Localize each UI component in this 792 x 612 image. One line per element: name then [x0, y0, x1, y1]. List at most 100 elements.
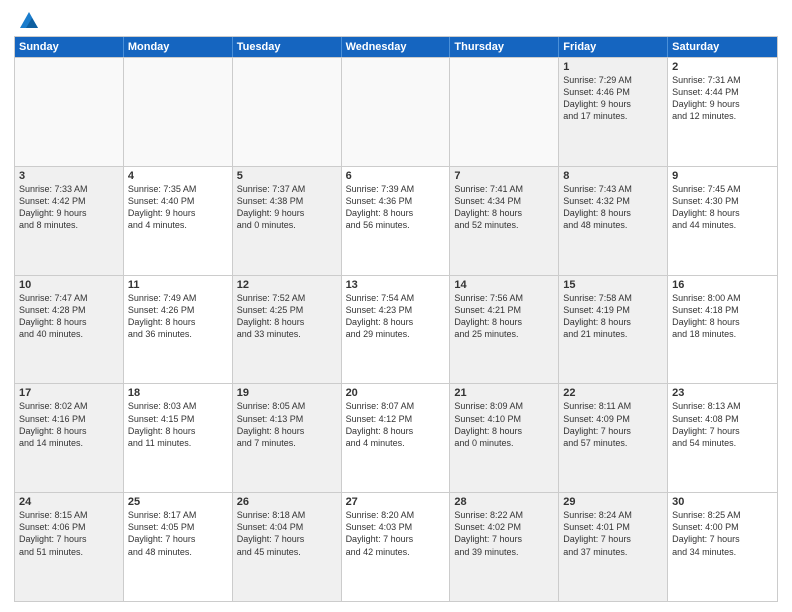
day-number: 11: [128, 279, 228, 291]
day-number: 21: [454, 387, 554, 399]
day-info: Sunrise: 7:49 AM Sunset: 4:26 PM Dayligh…: [128, 292, 228, 341]
day-number: 28: [454, 496, 554, 508]
cal-cell: 26Sunrise: 8:18 AM Sunset: 4:04 PM Dayli…: [233, 493, 342, 601]
cal-cell: 23Sunrise: 8:13 AM Sunset: 4:08 PM Dayli…: [668, 384, 777, 492]
cal-cell: [233, 58, 342, 166]
header-day-monday: Monday: [124, 37, 233, 57]
cal-cell: 9Sunrise: 7:45 AM Sunset: 4:30 PM Daylig…: [668, 167, 777, 275]
cal-cell: 6Sunrise: 7:39 AM Sunset: 4:36 PM Daylig…: [342, 167, 451, 275]
day-info: Sunrise: 8:05 AM Sunset: 4:13 PM Dayligh…: [237, 400, 337, 449]
day-info: Sunrise: 7:31 AM Sunset: 4:44 PM Dayligh…: [672, 74, 773, 123]
week-row-3: 17Sunrise: 8:02 AM Sunset: 4:16 PM Dayli…: [15, 383, 777, 492]
day-number: 15: [563, 279, 663, 291]
header-day-wednesday: Wednesday: [342, 37, 451, 57]
day-info: Sunrise: 8:18 AM Sunset: 4:04 PM Dayligh…: [237, 509, 337, 558]
day-info: Sunrise: 7:41 AM Sunset: 4:34 PM Dayligh…: [454, 183, 554, 232]
day-info: Sunrise: 8:15 AM Sunset: 4:06 PM Dayligh…: [19, 509, 119, 558]
day-number: 2: [672, 61, 773, 73]
day-number: 18: [128, 387, 228, 399]
day-info: Sunrise: 7:52 AM Sunset: 4:25 PM Dayligh…: [237, 292, 337, 341]
day-number: 8: [563, 170, 663, 182]
day-info: Sunrise: 7:43 AM Sunset: 4:32 PM Dayligh…: [563, 183, 663, 232]
cal-cell: 25Sunrise: 8:17 AM Sunset: 4:05 PM Dayli…: [124, 493, 233, 601]
cal-cell: 17Sunrise: 8:02 AM Sunset: 4:16 PM Dayli…: [15, 384, 124, 492]
day-number: 3: [19, 170, 119, 182]
day-info: Sunrise: 8:24 AM Sunset: 4:01 PM Dayligh…: [563, 509, 663, 558]
day-number: 10: [19, 279, 119, 291]
header-day-sunday: Sunday: [15, 37, 124, 57]
day-info: Sunrise: 8:25 AM Sunset: 4:00 PM Dayligh…: [672, 509, 773, 558]
day-number: 1: [563, 61, 663, 73]
day-number: 5: [237, 170, 337, 182]
week-row-2: 10Sunrise: 7:47 AM Sunset: 4:28 PM Dayli…: [15, 275, 777, 384]
cal-cell: 24Sunrise: 8:15 AM Sunset: 4:06 PM Dayli…: [15, 493, 124, 601]
calendar-header: SundayMondayTuesdayWednesdayThursdayFrid…: [15, 37, 777, 57]
day-info: Sunrise: 7:39 AM Sunset: 4:36 PM Dayligh…: [346, 183, 446, 232]
header-day-friday: Friday: [559, 37, 668, 57]
day-number: 12: [237, 279, 337, 291]
week-row-1: 3Sunrise: 7:33 AM Sunset: 4:42 PM Daylig…: [15, 166, 777, 275]
cal-cell: 27Sunrise: 8:20 AM Sunset: 4:03 PM Dayli…: [342, 493, 451, 601]
day-info: Sunrise: 8:20 AM Sunset: 4:03 PM Dayligh…: [346, 509, 446, 558]
day-info: Sunrise: 7:35 AM Sunset: 4:40 PM Dayligh…: [128, 183, 228, 232]
day-info: Sunrise: 7:56 AM Sunset: 4:21 PM Dayligh…: [454, 292, 554, 341]
day-info: Sunrise: 8:13 AM Sunset: 4:08 PM Dayligh…: [672, 400, 773, 449]
day-info: Sunrise: 8:17 AM Sunset: 4:05 PM Dayligh…: [128, 509, 228, 558]
day-number: 4: [128, 170, 228, 182]
cal-cell: 8Sunrise: 7:43 AM Sunset: 4:32 PM Daylig…: [559, 167, 668, 275]
day-info: Sunrise: 8:00 AM Sunset: 4:18 PM Dayligh…: [672, 292, 773, 341]
day-info: Sunrise: 7:58 AM Sunset: 4:19 PM Dayligh…: [563, 292, 663, 341]
day-number: 20: [346, 387, 446, 399]
day-number: 23: [672, 387, 773, 399]
day-number: 6: [346, 170, 446, 182]
cal-cell: 7Sunrise: 7:41 AM Sunset: 4:34 PM Daylig…: [450, 167, 559, 275]
cal-cell: [342, 58, 451, 166]
cal-cell: 1Sunrise: 7:29 AM Sunset: 4:46 PM Daylig…: [559, 58, 668, 166]
day-info: Sunrise: 8:22 AM Sunset: 4:02 PM Dayligh…: [454, 509, 554, 558]
day-number: 14: [454, 279, 554, 291]
day-number: 25: [128, 496, 228, 508]
day-info: Sunrise: 7:33 AM Sunset: 4:42 PM Dayligh…: [19, 183, 119, 232]
day-number: 16: [672, 279, 773, 291]
cal-cell: 11Sunrise: 7:49 AM Sunset: 4:26 PM Dayli…: [124, 276, 233, 384]
week-row-0: 1Sunrise: 7:29 AM Sunset: 4:46 PM Daylig…: [15, 57, 777, 166]
cal-cell: 3Sunrise: 7:33 AM Sunset: 4:42 PM Daylig…: [15, 167, 124, 275]
cal-cell: 10Sunrise: 7:47 AM Sunset: 4:28 PM Dayli…: [15, 276, 124, 384]
cal-cell: 16Sunrise: 8:00 AM Sunset: 4:18 PM Dayli…: [668, 276, 777, 384]
cal-cell: 28Sunrise: 8:22 AM Sunset: 4:02 PM Dayli…: [450, 493, 559, 601]
day-info: Sunrise: 8:11 AM Sunset: 4:09 PM Dayligh…: [563, 400, 663, 449]
day-number: 27: [346, 496, 446, 508]
header-day-thursday: Thursday: [450, 37, 559, 57]
cal-cell: 5Sunrise: 7:37 AM Sunset: 4:38 PM Daylig…: [233, 167, 342, 275]
day-number: 29: [563, 496, 663, 508]
header-day-saturday: Saturday: [668, 37, 777, 57]
calendar-body: 1Sunrise: 7:29 AM Sunset: 4:46 PM Daylig…: [15, 57, 777, 601]
calendar: SundayMondayTuesdayWednesdayThursdayFrid…: [14, 36, 778, 602]
cal-cell: [15, 58, 124, 166]
cal-cell: 20Sunrise: 8:07 AM Sunset: 4:12 PM Dayli…: [342, 384, 451, 492]
cal-cell: 22Sunrise: 8:11 AM Sunset: 4:09 PM Dayli…: [559, 384, 668, 492]
cal-cell: 15Sunrise: 7:58 AM Sunset: 4:19 PM Dayli…: [559, 276, 668, 384]
header: [14, 10, 778, 30]
day-info: Sunrise: 7:47 AM Sunset: 4:28 PM Dayligh…: [19, 292, 119, 341]
header-day-tuesday: Tuesday: [233, 37, 342, 57]
day-number: 24: [19, 496, 119, 508]
day-number: 19: [237, 387, 337, 399]
day-info: Sunrise: 8:07 AM Sunset: 4:12 PM Dayligh…: [346, 400, 446, 449]
day-info: Sunrise: 8:09 AM Sunset: 4:10 PM Dayligh…: [454, 400, 554, 449]
day-info: Sunrise: 7:29 AM Sunset: 4:46 PM Dayligh…: [563, 74, 663, 123]
cal-cell: 19Sunrise: 8:05 AM Sunset: 4:13 PM Dayli…: [233, 384, 342, 492]
day-info: Sunrise: 7:54 AM Sunset: 4:23 PM Dayligh…: [346, 292, 446, 341]
day-number: 7: [454, 170, 554, 182]
day-number: 13: [346, 279, 446, 291]
week-row-4: 24Sunrise: 8:15 AM Sunset: 4:06 PM Dayli…: [15, 492, 777, 601]
page: SundayMondayTuesdayWednesdayThursdayFrid…: [0, 0, 792, 612]
cal-cell: 30Sunrise: 8:25 AM Sunset: 4:00 PM Dayli…: [668, 493, 777, 601]
day-number: 30: [672, 496, 773, 508]
cal-cell: 29Sunrise: 8:24 AM Sunset: 4:01 PM Dayli…: [559, 493, 668, 601]
day-info: Sunrise: 7:37 AM Sunset: 4:38 PM Dayligh…: [237, 183, 337, 232]
cal-cell: 13Sunrise: 7:54 AM Sunset: 4:23 PM Dayli…: [342, 276, 451, 384]
cal-cell: 18Sunrise: 8:03 AM Sunset: 4:15 PM Dayli…: [124, 384, 233, 492]
cal-cell: 12Sunrise: 7:52 AM Sunset: 4:25 PM Dayli…: [233, 276, 342, 384]
cal-cell: 2Sunrise: 7:31 AM Sunset: 4:44 PM Daylig…: [668, 58, 777, 166]
